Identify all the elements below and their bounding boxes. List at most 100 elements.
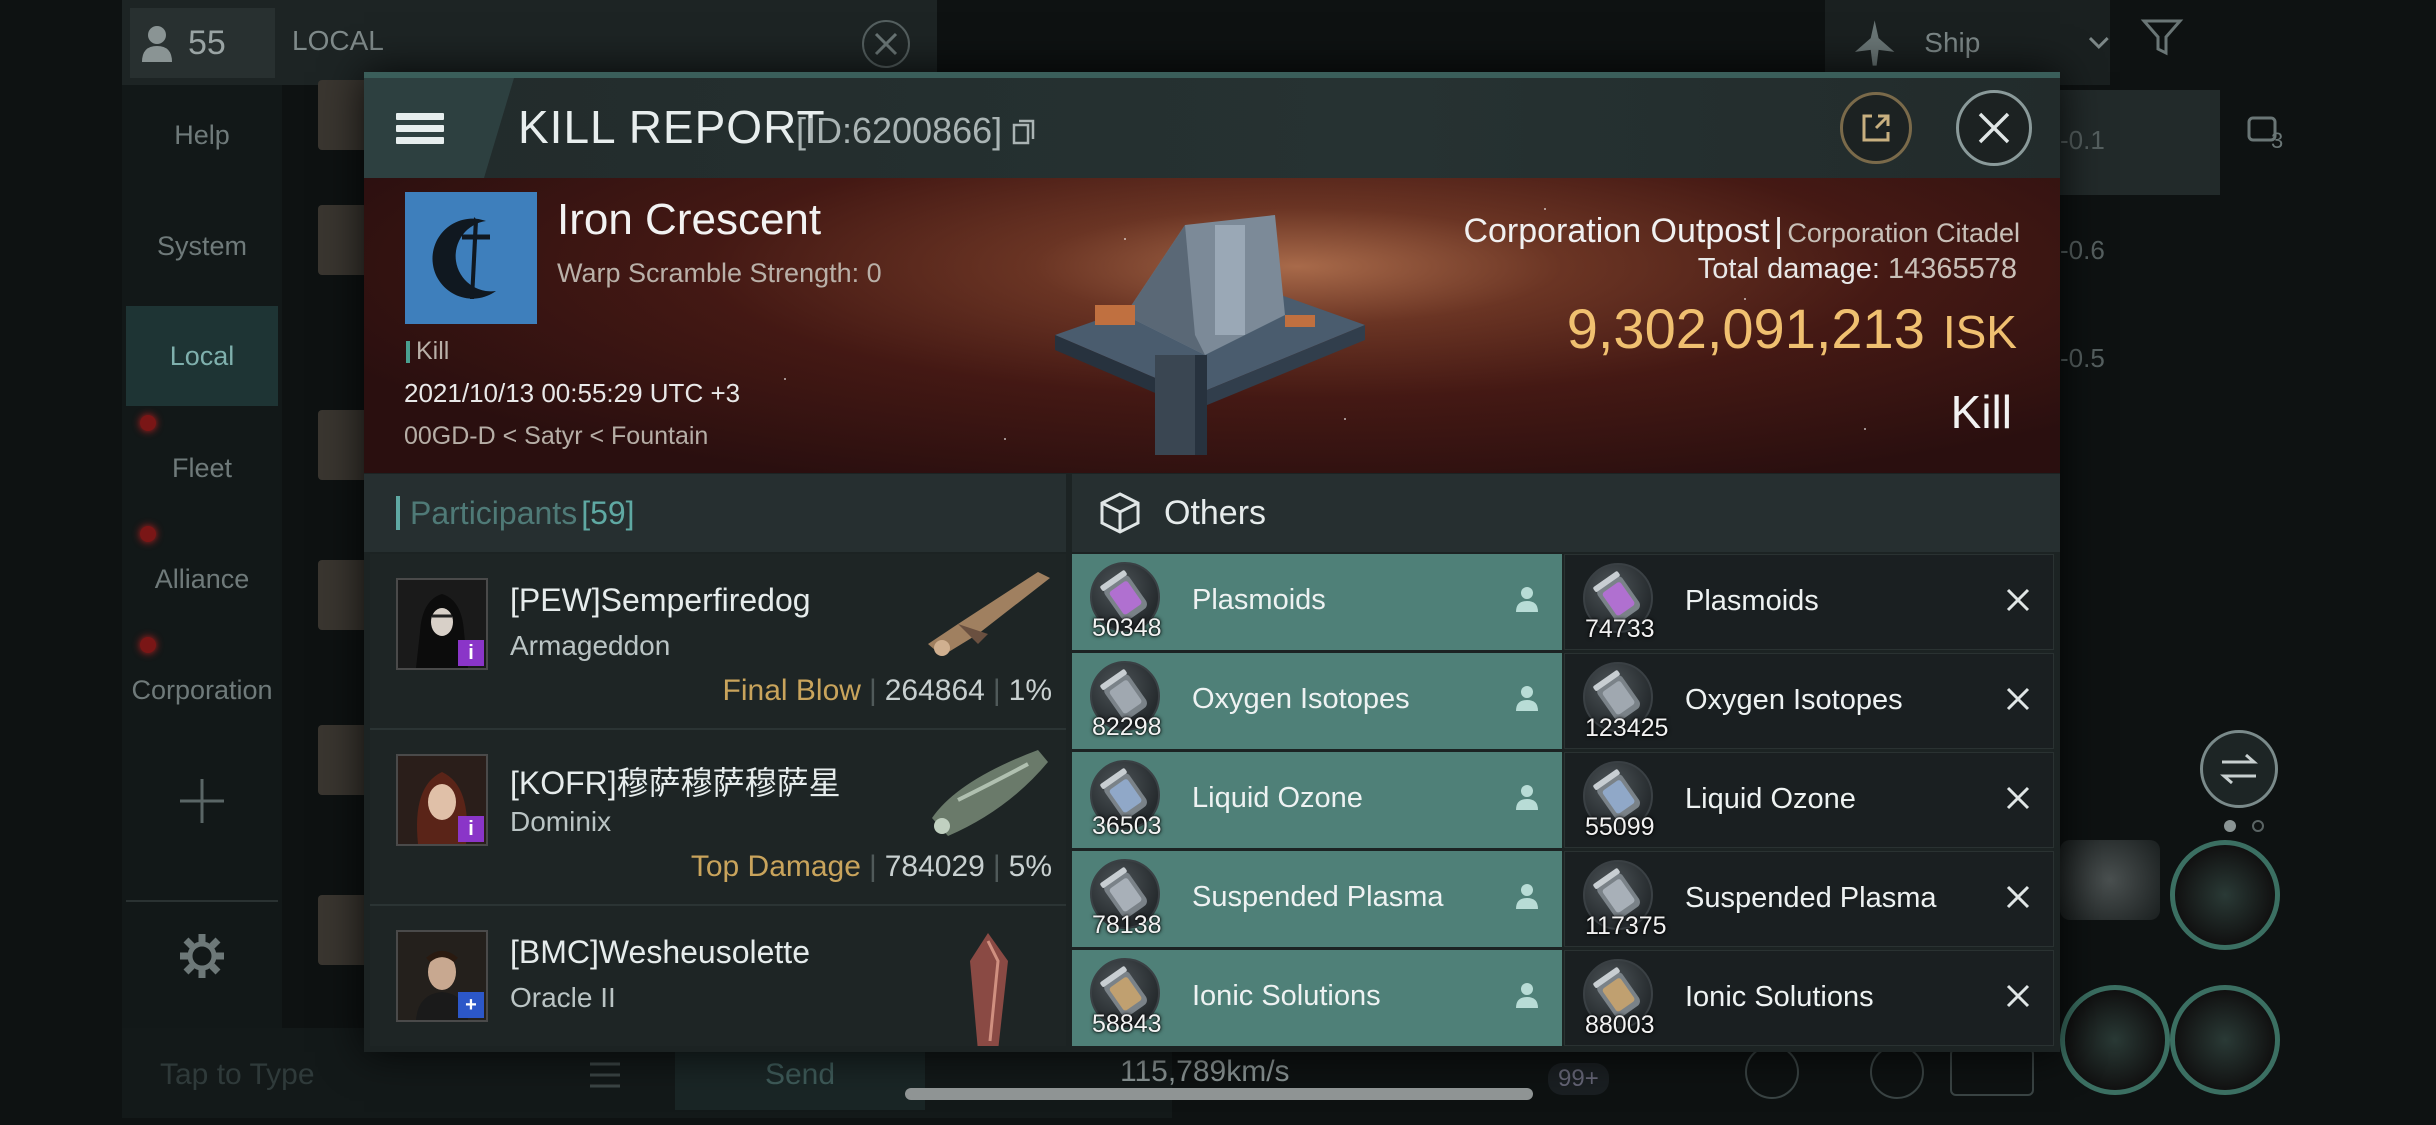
role-badge: + (458, 992, 484, 1018)
participant-name: [BMC]Wesheusolette (510, 934, 810, 970)
overview-icon[interactable]: 3 (2245, 112, 2291, 153)
item-name: Suspended Plasma (1192, 881, 1444, 913)
total-damage-label: Total damage: (1697, 253, 1880, 285)
item-quantity: 74733 (1585, 615, 1655, 643)
ship-selector-label: Ship (1924, 26, 1981, 58)
total-damage-value: 14365578 (1887, 253, 2017, 285)
person-icon (1516, 884, 1538, 909)
participant-ship: Oracle II (510, 982, 616, 1013)
close-icon[interactable] (862, 20, 910, 68)
page-title: KILL REPORT (518, 101, 826, 153)
ship-icon (1854, 19, 1895, 66)
destroyed-item-row[interactable]: 55099 Liquid Ozone (1564, 752, 2054, 848)
top-damage-tag: Top Damage (690, 850, 861, 883)
item-name: Oxygen Isotopes (1685, 684, 1903, 716)
participant-row[interactable]: i [PEW]Semperfiredog Armageddon Final Bl… (370, 554, 1066, 730)
side-item-corporation[interactable]: Corporation (126, 640, 278, 740)
kill-location[interactable]: 00GD-D < Satyr < Fountain (404, 422, 708, 451)
copy-icon[interactable] (1012, 119, 1036, 147)
external-link-icon (1862, 114, 1890, 142)
participants-count: [59] (581, 494, 635, 531)
item-quantity: 117375 (1585, 912, 1667, 940)
gear-icon[interactable] (176, 930, 228, 982)
overview-value: -0.5 (2060, 343, 2105, 373)
close-icon (2006, 687, 2030, 711)
crescent-logo-icon (432, 217, 496, 299)
destroyed-item-row[interactable]: 88003 Ionic Solutions (1564, 950, 2054, 1046)
share-button[interactable] (1840, 92, 1912, 164)
role-badge: i (458, 640, 484, 666)
add-icon[interactable] (1870, 1045, 1924, 1099)
participant-damage: 784029 (884, 850, 985, 883)
dropped-item-row[interactable]: 50348 Plasmoids (1072, 554, 1562, 650)
dropped-item-row[interactable]: 36503 Liquid Ozone (1072, 752, 1562, 848)
destroyed-item-row[interactable]: 117375 Suspended Plasma (1564, 851, 2054, 947)
dropped-item-row[interactable]: 78138 Suspended Plasma (1072, 851, 1562, 947)
side-item-help[interactable]: Help (126, 85, 278, 185)
module-slot[interactable] (2060, 985, 2170, 1095)
participant-name: [PEW]Semperfiredog (510, 582, 811, 618)
dropped-item-row[interactable]: 82298 Oxygen Isotopes (1072, 653, 1562, 749)
close-icon (2006, 885, 2030, 909)
participant-percent: 1% (1008, 674, 1052, 707)
side-item-label: Alliance (154, 563, 250, 594)
notification-dot (140, 637, 156, 653)
module-slot[interactable] (2170, 840, 2280, 950)
chevron-up-icon[interactable] (1745, 1045, 1799, 1099)
side-item-local[interactable]: Local (126, 306, 278, 406)
participant-name: [KOFR]穆萨穆萨穆萨星 (510, 765, 841, 801)
add-channel-icon[interactable] (176, 775, 228, 827)
close-button[interactable] (1956, 90, 2032, 166)
avatar: + (396, 930, 488, 1022)
side-item-label: Fleet (171, 452, 233, 483)
participant-row[interactable]: i [KOFR]穆萨穆萨穆萨星 Dominix Top Damage | 78402… (370, 730, 1066, 906)
avatar (318, 895, 370, 965)
home-indicator[interactable] (905, 1088, 1533, 1100)
participants-label: Participants (410, 494, 578, 531)
participants-header: Participants [59] (364, 474, 1066, 552)
avatar (318, 410, 370, 480)
report-id[interactable]: [ID:6200866] (796, 110, 1036, 152)
filter-icon[interactable] (2140, 15, 2200, 70)
participant-row[interactable]: + [BMC]Wesheusolette Oracle II (370, 906, 1066, 1046)
side-item-system[interactable]: System (126, 196, 278, 296)
swap-icon[interactable] (2200, 730, 2278, 808)
side-item-label: Local (169, 340, 235, 371)
member-count-box[interactable]: 55 (130, 8, 275, 78)
module-slot[interactable] (2170, 985, 2280, 1095)
corp-logo[interactable] (405, 192, 537, 324)
victim-ship-class: Corporation Citadel (1787, 218, 2020, 248)
close-icon (2006, 588, 2030, 612)
person-icon (1516, 686, 1538, 711)
drone-icon[interactable] (2060, 840, 2160, 920)
side-item-alliance[interactable]: Alliance (126, 529, 278, 629)
side-item-fleet[interactable]: Fleet (126, 418, 278, 518)
close-icon (2006, 786, 2030, 810)
item-quantity: 36503 (1092, 812, 1162, 840)
item-quantity: 82298 (1092, 713, 1162, 741)
overview-value: -0.1 (2060, 125, 2105, 155)
corp-name[interactable]: Iron Crescent (557, 195, 821, 245)
destroyed-item-row[interactable]: 74733 Plasmoids (1564, 554, 2054, 650)
page-dot (2224, 820, 2236, 832)
side-item-label: Corporation (131, 674, 273, 705)
item-quantity: 50348 (1092, 614, 1162, 642)
person-icon (1516, 587, 1538, 612)
dropped-item-row[interactable]: 58843 Ionic Solutions (1072, 950, 1562, 1046)
kill-tag-label: Kill (416, 337, 450, 365)
overview-count: 3 (2271, 128, 2284, 153)
item-quantity: 78138 (1092, 911, 1162, 939)
participant-stats: Top Damage | 784029 | 5% (690, 850, 1052, 883)
inventory-icon[interactable] (1950, 1048, 2034, 1096)
item-quantity: 88003 (1585, 1011, 1655, 1039)
participant-ship: Dominix (510, 806, 612, 837)
destroyed-item-row[interactable]: 123425 Oxygen Isotopes (1564, 653, 2054, 749)
oracle-ship-image (970, 933, 1008, 1046)
final-blow-tag: Final Blow (722, 674, 861, 707)
person-icon (1516, 983, 1538, 1008)
divider (126, 900, 278, 902)
avatar (318, 80, 370, 150)
victim-ship[interactable]: Corporation Outpost | Corporation Citade… (1100, 212, 2020, 251)
avatar: i (396, 578, 488, 670)
kill-tag: Kill (406, 337, 449, 366)
